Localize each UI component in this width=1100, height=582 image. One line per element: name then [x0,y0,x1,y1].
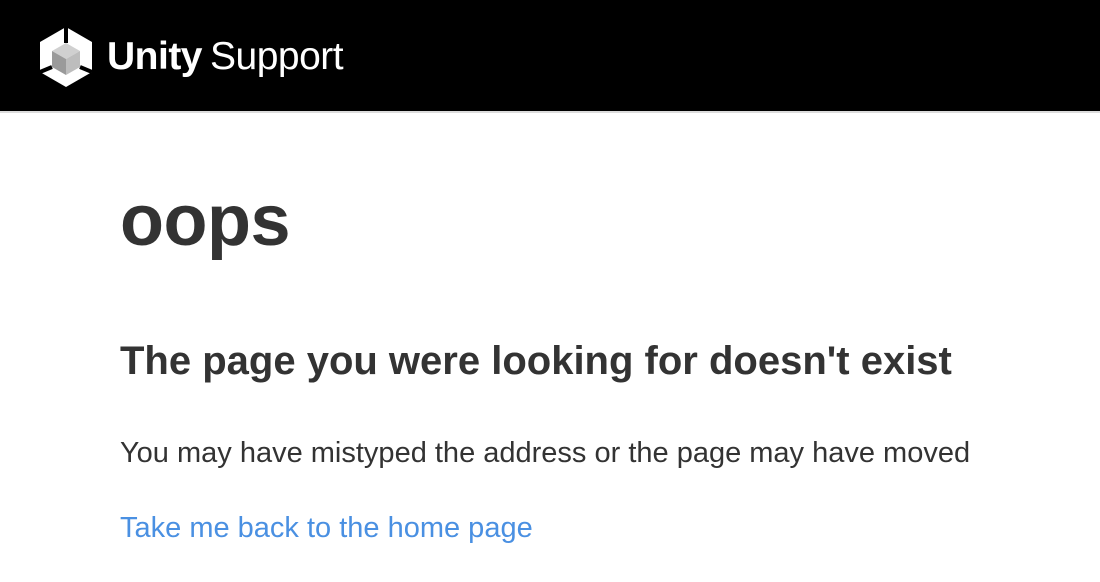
error-heading: oops [120,181,290,261]
brand-wordmark: Unity Support [107,26,344,88]
home-page-link[interactable]: Take me back to the home page [120,510,533,546]
unity-support-home-link[interactable]: Unity Support [38,26,344,88]
unity-cube-icon [39,27,93,87]
error-message: You may have mistyped the address or the… [120,437,971,469]
brand-section: Support [210,35,344,78]
error-subheading: The page you were looking for doesn't ex… [120,339,952,383]
brand-name: Unity [107,35,203,78]
site-header: Unity Support [0,0,1100,113]
